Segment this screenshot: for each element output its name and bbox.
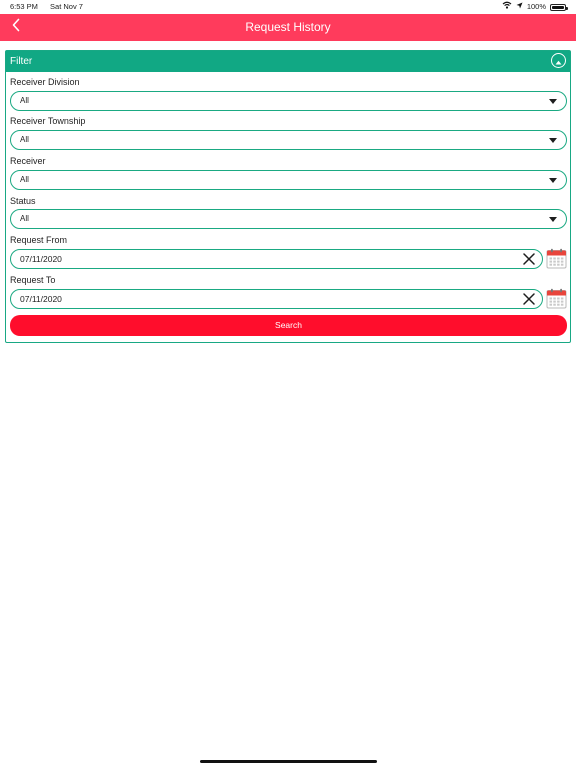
wifi-icon — [502, 0, 512, 14]
status-select[interactable]: All — [10, 209, 567, 229]
dropdown-arrow-icon — [549, 217, 557, 222]
close-icon — [523, 253, 535, 265]
request-from-value: 07/11/2020 — [20, 254, 62, 264]
filter-panel: Filter Receiver Division All Receiver To… — [5, 50, 571, 343]
request-to-label: Request To — [10, 275, 56, 285]
receiver-township-select[interactable]: All — [10, 130, 567, 150]
status-label: Status — [10, 196, 36, 206]
location-icon — [516, 0, 523, 14]
close-icon — [523, 293, 535, 305]
home-indicator[interactable] — [200, 760, 377, 763]
calendar-icon — [546, 288, 567, 309]
receiver-township-value: All — [20, 135, 29, 144]
nav-bar: Request History — [0, 14, 576, 41]
dropdown-arrow-icon — [549, 99, 557, 104]
receiver-division-label: Receiver Division — [10, 77, 80, 87]
dropdown-arrow-icon — [549, 138, 557, 143]
request-to-calendar-button[interactable] — [546, 288, 567, 309]
receiver-township-label: Receiver Township — [10, 116, 86, 126]
status-date: Sat Nov 7 — [50, 2, 83, 11]
dropdown-arrow-icon — [549, 178, 557, 183]
request-from-calendar-button[interactable] — [546, 248, 567, 269]
status-time: 6:53 PM — [10, 2, 38, 11]
request-from-field[interactable]: 07/11/2020 — [10, 249, 543, 269]
request-to-field[interactable]: 07/11/2020 — [10, 289, 543, 309]
receiver-division-value: All — [20, 96, 29, 105]
status-right: 100% — [502, 0, 568, 14]
search-button[interactable]: Search — [10, 315, 567, 336]
receiver-division-select[interactable]: All — [10, 91, 567, 111]
filter-header[interactable]: Filter — [6, 51, 570, 72]
calendar-icon — [546, 248, 567, 269]
clear-request-from-button[interactable] — [522, 252, 536, 266]
page-title: Request History — [245, 20, 331, 34]
receiver-select[interactable]: All — [10, 170, 567, 190]
request-from-label: Request From — [10, 235, 68, 245]
status-left: 6:53 PM Sat Nov 7 — [10, 0, 83, 14]
battery-percent: 100% — [526, 2, 546, 11]
filter-title: Filter — [10, 56, 33, 67]
receiver-value: All — [20, 175, 29, 184]
receiver-label: Receiver — [10, 156, 46, 166]
request-to-value: 07/11/2020 — [20, 294, 62, 304]
battery-icon — [550, 3, 568, 11]
chevron-up-icon — [555, 52, 562, 70]
clear-request-to-button[interactable] — [522, 292, 536, 306]
status-bar: 6:53 PM Sat Nov 7 100% — [0, 0, 576, 14]
status-value: All — [20, 214, 29, 223]
collapse-filter-button[interactable] — [551, 53, 566, 68]
